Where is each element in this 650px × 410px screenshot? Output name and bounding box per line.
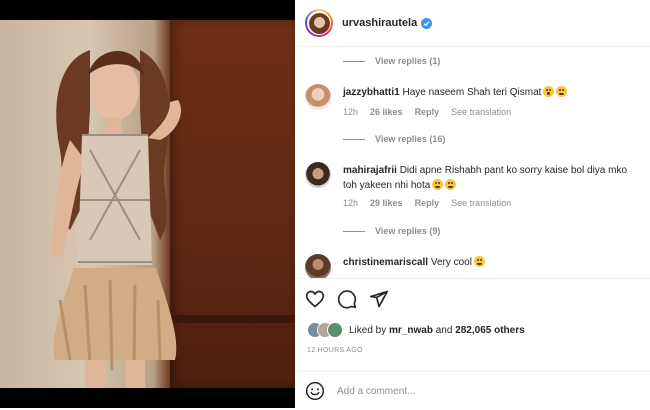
comment-username[interactable]: jazzybhatti1 <box>343 87 400 98</box>
comment-time[interactable]: 12h <box>343 198 358 208</box>
liked-by-and: and <box>435 324 453 336</box>
reply-button[interactable]: Reply <box>415 107 440 117</box>
grin-emoji-icon <box>432 179 444 190</box>
view-replies-label: View replies (1) <box>375 56 441 66</box>
liker-avatar <box>327 322 343 338</box>
comment-body: mahirajafrii Didi apne Rishabh pant ko s… <box>343 163 633 193</box>
view-replies-button[interactable]: View replies (9) <box>343 226 440 236</box>
comment-avatar[interactable] <box>305 84 331 110</box>
liked-by-prefix: Liked by <box>349 324 387 336</box>
post-image-panel <box>0 0 295 408</box>
liked-by-others[interactable]: 282,065 others <box>455 325 525 336</box>
smiley-icon[interactable] <box>305 381 325 401</box>
post-actions: Liked by mr_nwab and 282,065 others 12 H… <box>295 278 650 409</box>
comment-likes[interactable]: 26 likes <box>370 107 403 117</box>
astonished-emoji-icon <box>543 86 555 97</box>
comment-avatar[interactable] <box>305 162 331 188</box>
post-photo[interactable] <box>0 20 295 388</box>
comment-likes[interactable]: 29 likes <box>370 198 403 208</box>
grin-emoji-icon <box>473 256 485 267</box>
comment-icon[interactable] <box>337 289 357 309</box>
avatar-inner <box>307 11 331 35</box>
send-icon[interactable] <box>369 289 389 309</box>
liked-by-user[interactable]: mr_nwab <box>389 325 433 336</box>
comment-body: jazzybhatti1 Haye naseem Shah teri Qisma… <box>343 85 633 100</box>
add-comment-bar <box>295 371 650 410</box>
comment-body: christinemariscall Very cool <box>343 255 633 270</box>
photo-figure <box>50 50 181 388</box>
comment-text: Haye naseem Shah teri Qismat <box>402 87 542 98</box>
view-replies-label: View replies (16) <box>375 134 446 144</box>
comment-time[interactable]: 12h <box>343 107 358 117</box>
post-username[interactable]: urvashirautela <box>342 17 417 29</box>
see-translation-button[interactable]: See translation <box>451 107 511 117</box>
action-icons <box>305 289 389 309</box>
comment-username[interactable]: mahirajafrii <box>343 165 397 176</box>
comment-avatar[interactable] <box>305 254 331 278</box>
post-timestamp[interactable]: 12 HOURS AGO <box>307 347 363 354</box>
grin-emoji-icon <box>556 86 568 97</box>
grin-emoji-icon <box>445 179 457 190</box>
heart-icon[interactable] <box>305 289 325 309</box>
liked-by-avatars[interactable] <box>307 322 343 338</box>
post-sidebar: urvashirautela View replies (1) jazzybha… <box>295 0 650 408</box>
view-replies-label: View replies (9) <box>375 226 441 236</box>
liked-by-row: Liked by mr_nwab and 282,065 others <box>307 322 525 338</box>
comment-list: View replies (1) jazzybhatti1 Haye nasee… <box>295 46 650 278</box>
comment-meta: 12h 29 likes Reply See translation <box>343 198 511 208</box>
see-translation-button[interactable]: See translation <box>451 198 511 208</box>
replies-divider <box>343 138 365 140</box>
replies-divider <box>343 60 365 62</box>
avatar[interactable] <box>305 9 333 37</box>
post-header: urvashirautela <box>295 0 650 47</box>
avatar-image <box>308 12 330 34</box>
comment-meta: 12h 26 likes Reply See translation <box>343 107 511 117</box>
comment-text: Very cool <box>430 257 472 268</box>
comment-input[interactable] <box>335 384 629 398</box>
reply-button[interactable]: Reply <box>415 198 440 208</box>
replies-divider <box>343 230 365 232</box>
comment-username[interactable]: christinemariscall <box>343 257 428 268</box>
view-replies-button[interactable]: View replies (1) <box>343 56 440 66</box>
view-replies-button[interactable]: View replies (16) <box>343 134 445 144</box>
verified-badge-icon <box>421 17 433 29</box>
